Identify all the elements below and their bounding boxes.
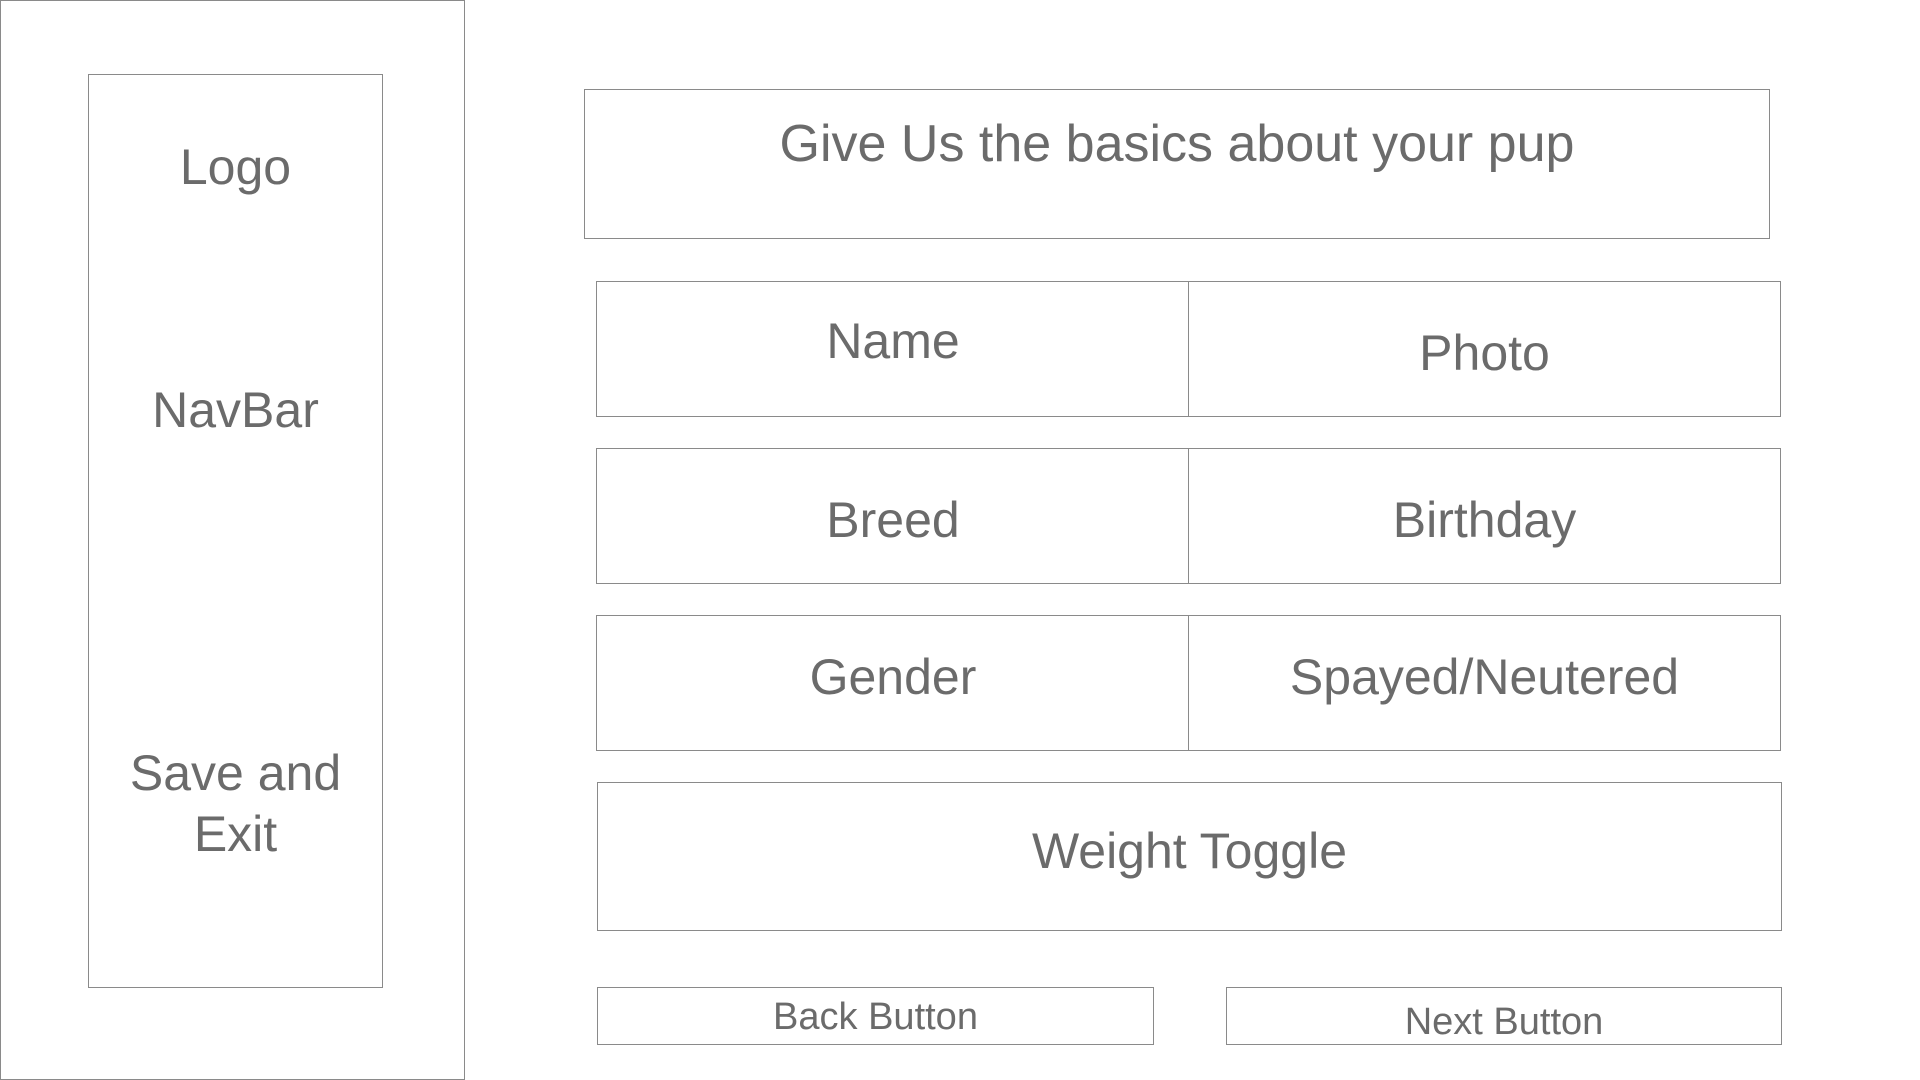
back-button[interactable]: Back Button (597, 987, 1154, 1045)
weight-toggle-label: Weight Toggle (1031, 823, 1348, 879)
page-title: Give Us the basics about your pup (779, 115, 1575, 173)
navbar: Logo NavBar Save and Exit (88, 74, 383, 988)
back-button-label: Back Button (773, 996, 978, 1038)
breed-field-label: Breed (826, 492, 960, 548)
next-button-label: Next Button (1404, 1001, 1604, 1043)
gender-field[interactable]: Gender (596, 615, 1190, 751)
name-field-label: Name (826, 313, 960, 369)
birthday-field-label: Birthday (1392, 492, 1577, 548)
spayed-neutered-field-label: Spayed/Neutered (1289, 649, 1680, 705)
birthday-field[interactable]: Birthday (1188, 448, 1781, 584)
name-field[interactable]: Name (596, 281, 1190, 417)
spayed-neutered-field[interactable]: Spayed/Neutered (1188, 615, 1781, 751)
gender-field-label: Gender (809, 649, 977, 705)
breed-field[interactable]: Breed (596, 448, 1190, 584)
next-button[interactable]: Next Button (1226, 987, 1782, 1045)
photo-field[interactable]: Photo (1188, 281, 1781, 417)
weight-toggle[interactable]: Weight Toggle (597, 782, 1782, 931)
photo-field-label: Photo (1419, 325, 1550, 381)
page-header: Give Us the basics about your pup (584, 89, 1770, 239)
save-and-exit-button[interactable]: Save and Exit (89, 743, 382, 865)
navbar-placeholder[interactable]: NavBar (89, 385, 382, 435)
logo[interactable]: Logo (89, 142, 382, 192)
